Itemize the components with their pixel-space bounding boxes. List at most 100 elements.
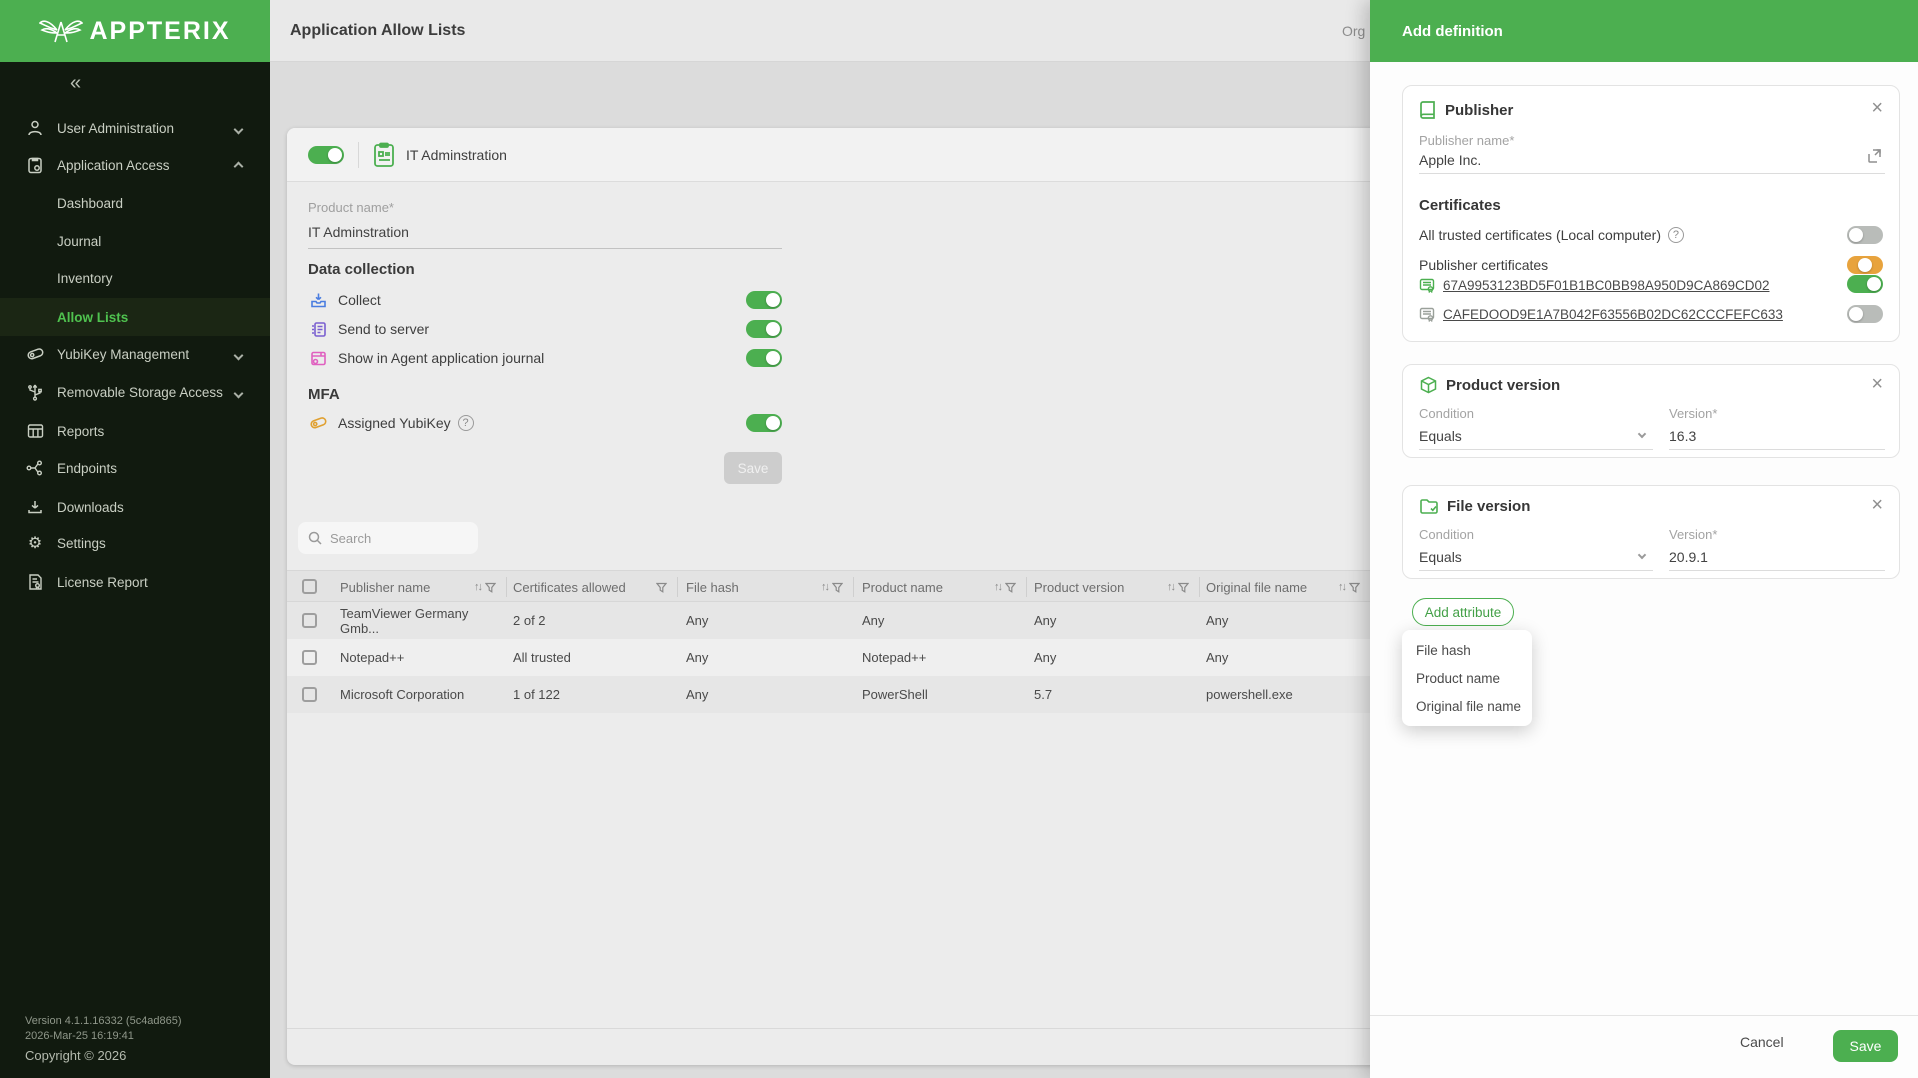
agent-journal-icon	[308, 350, 328, 367]
assigned-yubikey-icon	[308, 415, 328, 431]
table-row[interactable]: Microsoft Corporation 1 of 122 Any Power…	[287, 676, 1390, 713]
sidebar-collapse-icon[interactable]: «	[70, 72, 81, 95]
help-icon[interactable]: ?	[458, 415, 474, 431]
allow-list-card: IT Adminstration Product name* IT Admins…	[287, 128, 1390, 1065]
column-publisher-name: Publisher name ↑↓	[340, 571, 506, 603]
certificates-heading: Certificates	[1419, 197, 1501, 214]
all-trusted-toggle[interactable]	[1847, 226, 1883, 244]
clipboard-icon	[373, 142, 395, 168]
close-icon[interactable]: ×	[1871, 374, 1883, 394]
save-button[interactable]: Save	[1833, 1030, 1898, 1062]
sort-icon[interactable]: ↑↓	[994, 581, 1001, 593]
row-checkbox[interactable]	[302, 650, 317, 665]
send-to-server-toggle[interactable]	[746, 320, 782, 338]
allow-list-card-header: IT Adminstration	[287, 128, 1390, 182]
sort-icon[interactable]: ↑↓	[1167, 581, 1174, 593]
filter-icon[interactable]	[832, 582, 843, 593]
certificate-link[interactable]: CAFEDOOD9E1A7B042F63556B02DC62CCCFEFC633	[1419, 307, 1783, 322]
reports-icon	[25, 423, 45, 439]
filter-icon[interactable]	[656, 582, 667, 593]
sidebar-item-yubikey-management[interactable]: YubiKey Management	[0, 335, 270, 373]
certificate1-toggle[interactable]	[1847, 275, 1883, 293]
sidebar-item-removable-storage[interactable]: Removable Storage Access	[0, 373, 270, 411]
filter-icon[interactable]	[1005, 582, 1016, 593]
chevron-down-icon[interactable]	[1638, 551, 1646, 559]
assigned-yubikey-toggle[interactable]	[746, 414, 782, 432]
row-checkbox[interactable]	[302, 687, 317, 702]
version-field[interactable]: 16.3	[1669, 428, 1696, 444]
chevron-up-icon	[234, 161, 244, 171]
divider	[358, 142, 359, 168]
add-definition-panel: Add definition Publisher × Publisher nam…	[1370, 0, 1918, 1078]
panel-header: Add definition	[1370, 0, 1918, 62]
sidebar-item-license-report[interactable]: License Report	[0, 563, 270, 601]
condition-select[interactable]: Equals	[1419, 549, 1462, 565]
column-product-name: Product name ↑↓	[862, 571, 1026, 603]
publisher-card-title: Publisher	[1419, 100, 1513, 120]
sidebar-item-endpoints[interactable]: Endpoints	[0, 449, 270, 487]
sidebar-item-journal[interactable]: Journal	[0, 222, 270, 260]
search-input[interactable]	[330, 531, 460, 546]
product-name-field[interactable]: IT Adminstration	[308, 224, 782, 249]
close-icon[interactable]: ×	[1871, 98, 1883, 118]
sidebar-item-downloads[interactable]: Downloads	[0, 488, 270, 526]
publisher-certificates-toggle[interactable]	[1847, 256, 1883, 274]
sidebar-item-dashboard[interactable]: Dashboard	[0, 184, 270, 222]
add-attribute-button[interactable]: Add attribute	[1412, 598, 1514, 626]
endpoints-icon	[25, 460, 45, 476]
row-checkbox[interactable]	[302, 613, 317, 628]
filter-icon[interactable]	[1178, 582, 1189, 593]
publisher-name-field[interactable]: Apple Inc.	[1419, 152, 1481, 168]
sidebar-item-reports[interactable]: Reports	[0, 412, 270, 450]
chevron-down-icon	[234, 124, 244, 134]
version-field[interactable]: 20.9.1	[1669, 549, 1708, 565]
sidebar-item-settings[interactable]: ⚙ Settings	[0, 524, 270, 562]
form-save-button[interactable]: Save	[724, 452, 782, 484]
select-all-checkbox[interactable]	[302, 579, 317, 594]
collect-toggle[interactable]	[746, 291, 782, 309]
chevron-down-icon	[234, 388, 244, 398]
collect-icon	[308, 292, 328, 309]
sort-icon[interactable]: ↑↓	[1338, 581, 1345, 593]
cancel-button[interactable]: Cancel	[1740, 1034, 1784, 1050]
filter-icon[interactable]	[1349, 582, 1360, 593]
sidebar-item-inventory[interactable]: Inventory	[0, 259, 270, 297]
search-icon	[308, 531, 322, 545]
publisher-book-icon	[1419, 100, 1437, 120]
download-icon	[25, 499, 45, 515]
agent-journal-row: Show in Agent application journal	[308, 344, 782, 372]
add-attribute-menu: File hash Product name Original file nam…	[1402, 630, 1532, 726]
filter-icon[interactable]	[485, 582, 496, 593]
chevron-down-icon	[234, 350, 244, 360]
agent-journal-toggle[interactable]	[746, 349, 782, 367]
sidebar-item-allow-lists[interactable]: Allow Lists	[0, 298, 270, 336]
gear-icon: ⚙	[25, 533, 45, 553]
table-row[interactable]: TeamViewer Germany Gmb... 2 of 2 Any Any…	[287, 602, 1390, 639]
condition-label: Condition	[1419, 527, 1474, 542]
send-to-server-icon	[308, 321, 328, 338]
sidebar: APPTERIX « User Administration Applicati…	[0, 0, 270, 1078]
table-row[interactable]: Notepad++ All trusted Any Notepad++ Any …	[287, 639, 1390, 676]
chevron-down-icon[interactable]	[1638, 430, 1646, 438]
search-box	[298, 522, 478, 554]
product-version-icon	[1419, 376, 1438, 395]
sidebar-item-application-access[interactable]: Application Access	[0, 146, 270, 184]
version-info: Version 4.1.1.16332 (5c4ad865) 2026-Mar-…	[25, 1014, 182, 1044]
help-icon[interactable]: ?	[1668, 227, 1684, 243]
condition-select[interactable]: Equals	[1419, 428, 1462, 444]
logo-text: APPTERIX	[89, 17, 230, 46]
user-icon	[25, 119, 45, 137]
sort-icon[interactable]: ↑↓	[821, 581, 828, 593]
expand-icon[interactable]	[1867, 148, 1883, 169]
certificate-icon	[1419, 307, 1435, 322]
sidebar-item-user-administration[interactable]: User Administration	[0, 109, 270, 147]
sort-icon[interactable]: ↑↓	[474, 581, 481, 593]
close-icon[interactable]: ×	[1871, 495, 1883, 515]
allow-list-enabled-toggle[interactable]	[308, 146, 344, 164]
menu-item-product-name[interactable]: Product name	[1402, 664, 1532, 692]
certificate2-toggle[interactable]	[1847, 305, 1883, 323]
menu-item-file-hash[interactable]: File hash	[1402, 636, 1532, 664]
assigned-yubikey-row: Assigned YubiKey ?	[308, 409, 782, 437]
menu-item-original-file-name[interactable]: Original file name	[1402, 692, 1532, 720]
certificate-link[interactable]: 67A9953123BD5F01B1BC0BB98A950D9CA869CD02	[1419, 278, 1769, 293]
